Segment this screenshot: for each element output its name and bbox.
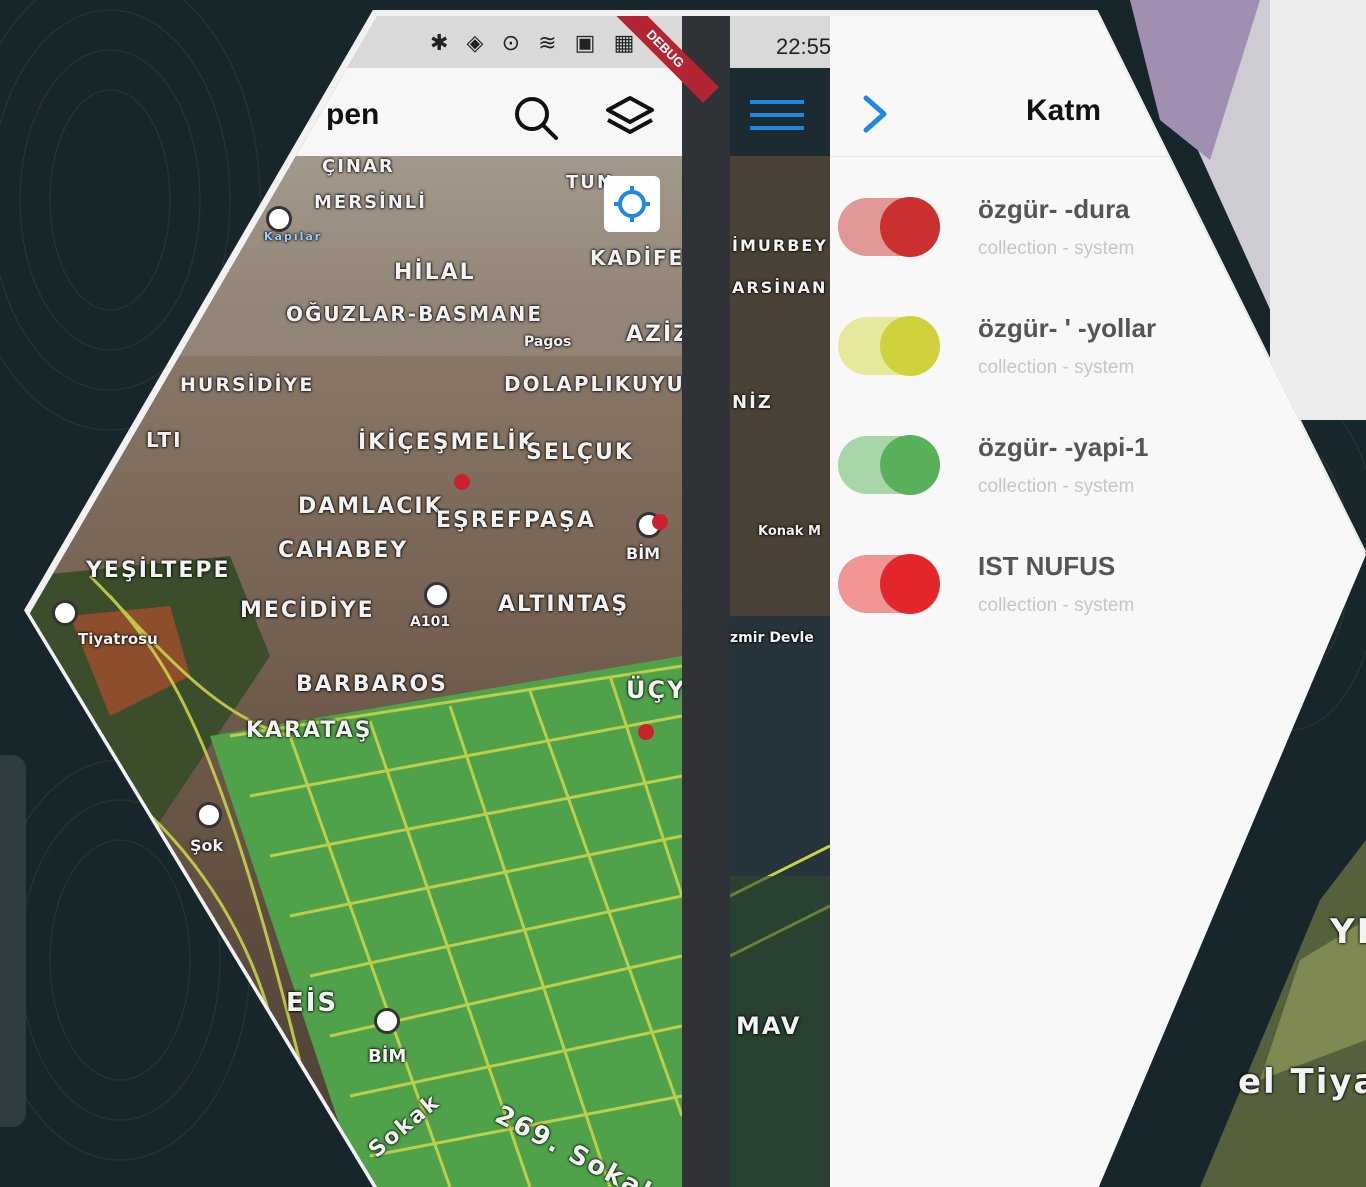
screen-divider — [682, 16, 730, 1187]
map-label-imurbey: İMURBEY — [732, 236, 828, 255]
poi-marker-bim-2[interactable] — [374, 1008, 400, 1034]
app-title: pen — [326, 98, 380, 131]
layer-toggle-knob[interactable] — [880, 197, 940, 257]
layers-button[interactable] — [602, 92, 658, 149]
poi-marker-a101[interactable] — [424, 582, 450, 608]
map-label-ikicesmelik: İKİÇEŞMELİK — [358, 430, 537, 455]
side-card-edge — [0, 755, 26, 1127]
menu-button[interactable] — [750, 98, 804, 137]
map-label-cinar: ÇINAR — [322, 156, 395, 177]
layers-panel-title: Katm — [1026, 94, 1102, 127]
map-label-damlacik: DAMLACIK — [298, 494, 444, 519]
map-label-dolaplikuyu: DOLAPLIKUYU — [504, 372, 685, 396]
map-label-karatas: KARATAŞ — [246, 718, 373, 743]
map-label-arsinan: ARSİNAN — [732, 278, 828, 297]
status-time: 22:55 — [776, 34, 832, 59]
close-panel-button[interactable] — [860, 94, 890, 139]
layer-name: özgür- -yapi-1 — [978, 432, 1149, 462]
layer-subtitle: collection - system — [978, 238, 1135, 259]
layer-subtitle: collection - system — [978, 357, 1135, 378]
right-map-label-tiyatro: el Tiya — [1238, 1062, 1366, 1102]
layer-subtitle: collection - system — [978, 595, 1135, 616]
map-label-mersinli: MERSİNLİ — [314, 192, 427, 213]
map-label-niz: NİZ — [732, 392, 773, 413]
map-label-lti: LTI — [146, 428, 183, 452]
map-label-yesiltepe: YEŞİLTEPE — [86, 558, 231, 583]
chevron-right-icon — [863, 95, 887, 133]
layer-toggle-knob[interactable] — [880, 316, 940, 376]
drawer-menu-bar — [730, 68, 830, 156]
layer-item[interactable]: IST NUFUS collection - system — [830, 523, 1366, 623]
layer-toggle-knob[interactable] — [880, 554, 940, 614]
map-label-barbaros: BARBAROS — [296, 672, 449, 697]
map-label-bim-1: BİM — [626, 544, 661, 563]
red-point-marker[interactable] — [638, 724, 654, 740]
red-point-marker[interactable] — [652, 514, 668, 530]
poi-marker-kapilar[interactable] — [266, 206, 292, 232]
map-label-hursidiye: HURSİDİYE — [180, 374, 315, 396]
map-label-kapilar: Kapılar — [264, 230, 323, 243]
layer-name: özgür- ' -yollar — [978, 313, 1157, 343]
map-photo-fragment-bottom — [1200, 840, 1366, 1187]
poi-marker-sok[interactable] — [196, 802, 222, 828]
my-location-icon — [614, 186, 650, 222]
layer-subtitle: collection - system — [978, 476, 1135, 497]
map-label-bim-2: BİM — [368, 1046, 407, 1067]
poi-marker-tiyatrosu[interactable] — [52, 600, 78, 626]
map-label-eis: EİS — [286, 988, 339, 1018]
map-label-mecidiye: MECİDİYE — [240, 598, 375, 623]
map-label-tiyatrosu: Tiyatrosu — [78, 630, 158, 648]
layer-toggle-knob[interactable] — [880, 435, 940, 495]
layers-icon — [606, 96, 654, 134]
map-label-sok: Şok — [190, 836, 224, 855]
map-label-hilal: HİLAL — [394, 260, 476, 285]
layer-name: IST NUFUS — [978, 551, 1116, 581]
map-label-esrefpasa: EŞREFPAŞA — [436, 508, 596, 533]
red-point-marker[interactable] — [454, 474, 470, 490]
layer-name: özgür- -dura — [978, 194, 1130, 224]
map-label-mav: MAV — [736, 1012, 802, 1040]
map-label-pagos: Pagos — [524, 334, 572, 350]
map-label-altintas: ALTINTAŞ — [498, 592, 630, 617]
map-label-konak: Konak M — [758, 524, 821, 539]
search-icon — [515, 97, 558, 140]
map-label-a101: A101 — [410, 614, 451, 630]
my-location-button[interactable] — [604, 176, 660, 232]
map-label-selcuk: SELÇUK — [526, 440, 634, 465]
map-label-ucy: ÜÇY — [626, 676, 687, 704]
right-map-label-ye: YE — [1330, 912, 1366, 952]
search-button[interactable] — [510, 92, 562, 149]
status-icons: ✱ ◈ ⊙ ≋ ▣ ▦ — [430, 30, 641, 55]
map-label-oguzlar: OĞUZLAR-BASMANE — [286, 302, 543, 326]
map-label-izmir-devlet: zmir Devle — [730, 630, 814, 646]
hamburger-menu-icon — [750, 100, 804, 130]
layer-item[interactable]: özgür- -yapi-1 collection - system — [830, 404, 1366, 504]
map-label-cahabey: CAHABEY — [278, 538, 409, 563]
